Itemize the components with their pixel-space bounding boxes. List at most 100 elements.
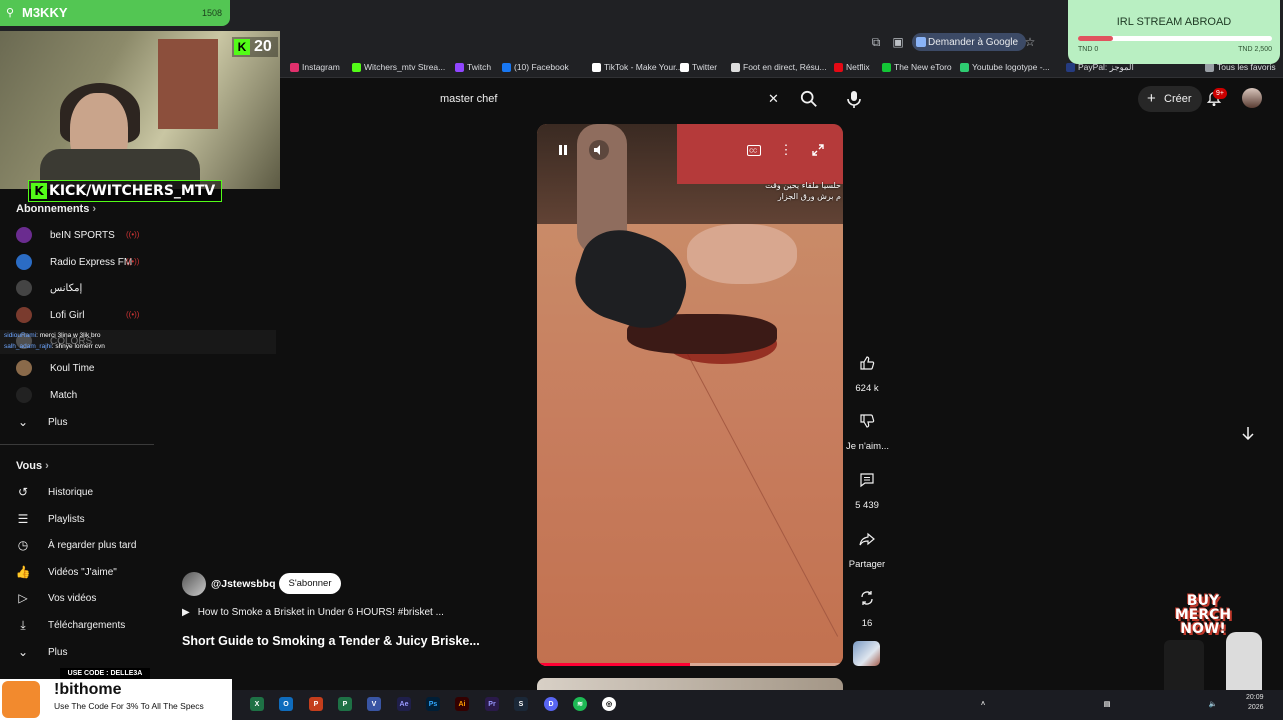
microphone-icon[interactable] [844,89,864,109]
you-section-label: Plus [48,646,68,658]
like-action[interactable]: 624 k [846,345,888,394]
clear-search-icon[interactable]: ✕ [768,91,779,107]
bookmark-item[interactable]: Youtube logotype -... [960,61,1050,73]
bookmark-label: Foot en direct, Résu... [743,62,827,72]
subscription-item[interactable]: beIN SPORTS ((•)) [14,225,154,245]
subscription-item[interactable]: إمكانس [14,278,154,298]
outlook-icon[interactable]: O [279,697,293,711]
like-button[interactable] [849,345,885,381]
chrome-icon[interactable]: ◎ [602,697,616,711]
tray-expand-icon[interactable]: ˄ [976,697,990,711]
volume-tray-icon[interactable]: 🔈 [1206,697,1220,711]
you-section-label: Playlists [48,513,85,525]
bookmark-item[interactable]: Witchers_mtv Strea... [352,61,445,73]
subscription-item[interactable]: Match [14,385,154,405]
pause-icon[interactable] [553,140,573,160]
search-icon[interactable] [800,90,818,108]
live-indicator-icon: ((•)) [126,230,140,239]
create-button[interactable]: + Créer [1138,86,1202,112]
volume-icon[interactable] [589,140,609,160]
ask-google-button[interactable]: Demander à Google [912,33,1027,51]
you-section-title[interactable]: Vous › [16,460,49,472]
subscribe-button[interactable]: S'abonner [279,573,341,594]
liked-videos-icon: 👍 [15,565,31,579]
steam-icon[interactable]: S [514,697,528,711]
next-short-preview[interactable] [537,678,843,690]
streamer-bar: ⚲ M3KKY 1508 [0,0,230,26]
translate-icon[interactable]: ⧉ [868,34,884,50]
bookmark-star-icon[interactable]: ☆ [1022,34,1038,50]
short-video-player[interactable]: حلسيا ملقاء يحين وقت م برش ورق الجزار [537,124,843,666]
sponsor-subtitle: Use The Code For 3% To All The Specs [54,701,204,711]
your-videos-icon: ▷ [18,591,28,605]
photoshop-icon[interactable]: Ps [426,697,440,711]
account-avatar[interactable] [1242,88,1262,108]
video-progress-track[interactable] [537,663,843,666]
share-button[interactable] [849,521,885,557]
bookmark-favicon-icon [731,62,740,72]
bookmark-item[interactable]: TikTok - Make Your... [592,61,683,73]
subscription-label: Radio Express FM [50,256,133,268]
video-caption: حلسيا ملقاء يحين وقت م برش ورق الجزار [765,180,841,202]
discord-icon[interactable]: D [544,697,558,711]
channel-name[interactable]: @Jstewsbbq [211,578,276,590]
you-section-item[interactable]: ⤓ Téléchargements [14,615,154,635]
premiere-icon[interactable]: Pr [485,697,499,711]
bookmark-item[interactable]: (10) Facebook [502,61,569,73]
you-section-item[interactable]: ▷ Vos vidéos [14,588,154,608]
goal-target: TND 2,500 [1238,46,1272,53]
fullscreen-icon[interactable] [808,140,828,160]
you-section-item[interactable]: ◷ À regarder plus tard [14,535,154,555]
powerpoint-icon[interactable]: P [309,697,323,711]
more-options-icon[interactable]: ⋮ [776,140,796,160]
bookmark-item[interactable]: Instagram [290,61,340,73]
spotify-icon[interactable]: ≋ [573,697,587,711]
bookmark-item[interactable]: Twitter [680,61,717,73]
caption-line-1: حلسيا ملقاء يحين وقت [765,181,841,190]
screenshot-icon[interactable]: ▣ [890,34,906,50]
you-section-item[interactable]: ☰ Playlists [14,509,154,529]
excel-icon[interactable]: X [250,697,264,711]
comments-button[interactable] [849,462,885,498]
thumbs-down-icon [860,414,875,428]
related-video-title: How to Smoke a Brisket in Under 6 HOURS!… [197,607,444,618]
remix-button[interactable] [849,580,885,616]
subscription-item[interactable]: Radio Express FM ((•)) [14,252,154,272]
search-input[interactable]: master chef [440,93,497,105]
search-box[interactable]: master chef ✕ [428,86,794,112]
dislike-button[interactable] [849,403,885,439]
you-section-item[interactable]: ⌄ Plus [14,642,154,662]
subscription-item[interactable]: Koul Time [14,358,154,378]
audio-thumbnail[interactable] [853,641,880,666]
after-effects-icon[interactable]: Ae [397,697,411,711]
subscriptions-more-button[interactable]: ⌄ Plus [14,412,154,432]
comments-action[interactable]: 5 439 [846,462,888,511]
illustrator-icon[interactable]: Ai [455,697,469,711]
bookmark-item[interactable]: The New eToro [882,61,952,73]
captions-icon[interactable]: CC [744,140,764,160]
related-video-link[interactable]: ▶ How to Smoke a Brisket in Under 6 HOURS… [182,607,444,618]
streamer-name: M3KKY [22,5,68,20]
chat-username: sidiouRami [4,332,37,339]
you-section-item[interactable]: ↺ Historique [14,482,154,502]
notification-badge: 9+ [1213,88,1227,99]
dislike-action[interactable]: Je n'aim... [846,403,889,452]
channel-avatar[interactable] [182,572,206,596]
bookmark-favicon-icon [834,62,843,72]
subscription-label: beIN SPORTS [50,229,115,241]
project-icon[interactable]: P [338,697,352,711]
remix-action[interactable]: 16 [846,580,888,629]
bookmark-item[interactable]: Netflix [834,61,870,73]
clock[interactable]: 20:09 2026 [1246,693,1264,713]
you-section-item[interactable]: 👍 Vidéos "J'aime" [14,562,154,582]
subscription-item[interactable]: Lofi Girl ((•)) [14,305,154,325]
bookmark-item[interactable]: Twitch [455,61,491,73]
share-action[interactable]: Partager [846,521,888,570]
tray-icons[interactable]: ▤ [1100,697,1114,711]
clock-date: 2026 [1247,704,1264,711]
bookmark-item[interactable]: Foot en direct, Résu... [731,61,827,73]
bookmark-label: Instagram [302,62,340,72]
visio-icon[interactable]: V [367,697,381,711]
subscriptions-title[interactable]: Abonnements › [16,203,96,215]
next-short-button[interactable] [1236,421,1260,445]
